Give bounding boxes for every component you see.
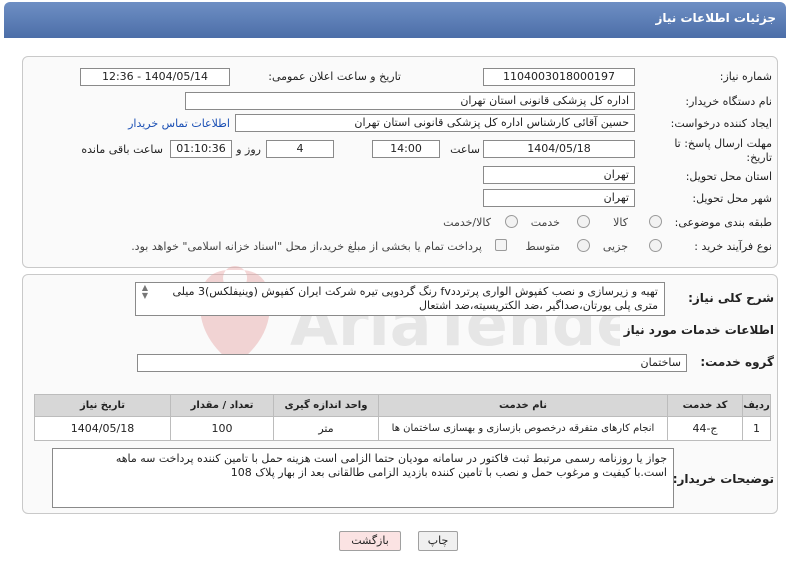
need-info-panel [22, 56, 778, 268]
table-row[interactable]: 1 ج-44 انجام کارهای متفرقه درخصوص بازساز… [34, 416, 771, 441]
back-button[interactable]: بازگشت [339, 531, 401, 551]
cell-need-date: 1404/05/18 [34, 416, 171, 441]
requester-label: ایجاد کننده درخواست: [670, 117, 772, 130]
services-section-title: اطلاعات خدمات مورد نیاز [623, 323, 774, 337]
col-header-service-code: کد خدمت [667, 394, 743, 417]
general-description-line2: متری پلی یورتان،صداگیر ،ضد الکتریسیته،ضد… [419, 299, 658, 312]
services-table: ردیف کد خدمت نام خدمت واحد اندازه گیری ت… [34, 394, 771, 441]
buyer-org-label: نام دستگاه خریدار: [685, 95, 772, 108]
deadline-time-field[interactable]: 14:00 [372, 140, 440, 158]
buyer-notes-line2: است.با کیفیت و مرغوب حمل و نصب با تامین … [230, 466, 667, 479]
purchase-type-label: نوع فرآیند خرید : [694, 240, 772, 253]
col-header-quantity: تعداد / مقدار [170, 394, 274, 417]
need-number-label: شماره نیاز: [719, 70, 772, 83]
cell-service-code: ج-44 [667, 416, 743, 441]
col-header-unit: واحد اندازه گیری [273, 394, 379, 417]
need-number-field[interactable]: 1104003018000197 [483, 68, 635, 86]
category-radio-service[interactable] [577, 215, 590, 228]
scroll-arrows-icon[interactable]: ▲ ▼ [138, 284, 152, 300]
page-header: جزئیات اطلاعات نیاز [4, 2, 786, 38]
requester-field[interactable]: حسین آقائی کارشناس اداره کل پزشکی قانونی… [235, 114, 635, 132]
category-option-service: خدمت [530, 216, 560, 229]
col-header-need-date: تاریخ نیاز [34, 394, 171, 417]
category-radio-goods[interactable] [649, 215, 662, 228]
service-group-label: گروه خدمت: [700, 355, 774, 369]
buyer-notes-line1: جواز یا روزنامه رسمی مرتبط ثبت فاکتور در… [115, 452, 667, 465]
deadline-label-line1: مهلت ارسال پاسخ: تا [674, 137, 772, 150]
delivery-province-field[interactable]: تهران [483, 166, 635, 184]
category-option-goods-service: کالا/خدمت [443, 216, 491, 229]
cell-quantity: 100 [170, 416, 274, 441]
col-header-service-name: نام خدمت [378, 394, 668, 417]
purchase-option-medium: متوسط [525, 240, 560, 253]
general-description-line1: تهیه و زیرسازی و نصب کفپوش الواری پرتردد… [172, 285, 658, 298]
col-header-row-number: ردیف [742, 394, 771, 417]
table-header-row: ردیف کد خدمت نام خدمت واحد اندازه گیری ت… [34, 394, 771, 417]
days-remaining-field[interactable]: 4 [266, 140, 334, 158]
delivery-city-field[interactable]: تهران [483, 189, 635, 207]
deadline-date-field[interactable]: 1404/05/18 [483, 140, 635, 158]
time-remaining-field[interactable]: 01:10:36 [170, 140, 232, 158]
purchase-radio-medium[interactable] [577, 239, 590, 252]
print-button[interactable]: چاپ [418, 531, 458, 551]
buyer-contact-link[interactable]: اطلاعات تماس خریدار [128, 117, 230, 130]
days-label: روز و [236, 143, 261, 156]
category-label: طبقه بندی موضوعی: [674, 216, 772, 229]
page-title: جزئیات اطلاعات نیاز [655, 11, 776, 25]
general-description-text[interactable]: ▲ ▼ تهیه و زیرسازی و نصب کفپوش الواری پرت… [135, 282, 665, 316]
purchase-radio-minor[interactable] [649, 239, 662, 252]
treasury-payment-note: پرداخت تمام یا بخشی از مبلغ خرید،از محل … [131, 240, 482, 253]
cell-unit: متر [273, 416, 379, 441]
general-description-label: شرح کلی نیاز: [688, 291, 774, 305]
buyer-org-field[interactable]: اداره کل پزشکی قانونی استان تهران [185, 92, 635, 110]
deadline-time-label: ساعت [450, 143, 480, 156]
treasury-payment-checkbox[interactable] [495, 239, 507, 251]
time-remaining-label: ساعت باقی مانده [81, 143, 163, 156]
cell-row-number: 1 [742, 416, 771, 441]
buyer-notes-text[interactable]: جواز یا روزنامه رسمی مرتبط ثبت فاکتور در… [52, 448, 674, 508]
purchase-option-minor: جزیی [602, 240, 628, 253]
delivery-city-label: شهر محل تحویل: [692, 192, 772, 205]
delivery-province-label: استان محل تحویل: [685, 170, 772, 183]
announce-datetime-field[interactable]: 1404/05/14 - 12:36 [80, 68, 230, 86]
category-option-goods: کالا [613, 216, 628, 229]
category-radio-goods-service[interactable] [505, 215, 518, 228]
cell-service-name: انجام کارهای متفرقه درخصوص بازسازی و بهس… [378, 416, 668, 441]
buyer-notes-label: توضیحات خریدار: [672, 472, 774, 486]
announce-datetime-label: تاریخ و ساعت اعلان عمومی: [268, 70, 401, 83]
service-group-field[interactable]: ساختمان [137, 354, 687, 372]
deadline-label-line2: تاریخ: [746, 151, 772, 164]
